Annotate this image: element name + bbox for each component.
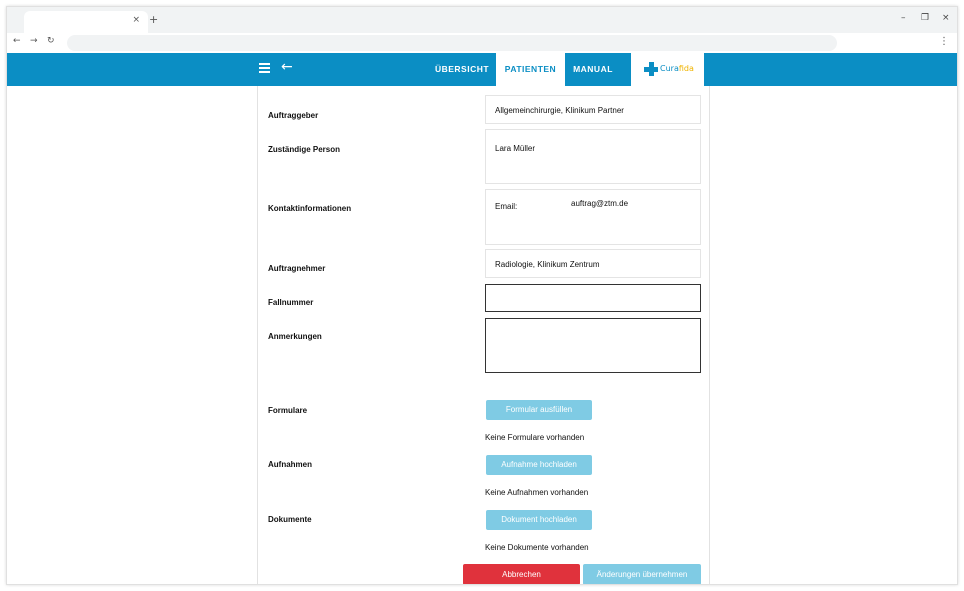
new-tab-icon[interactable]: +	[149, 13, 158, 26]
address-bar[interactable]	[67, 35, 837, 51]
browser-menu-icon[interactable]: ⋮	[939, 36, 949, 47]
zustaendige-person-value: Lara Müller	[495, 144, 536, 153]
dokument-hochladen-button[interactable]: Dokument hochladen	[486, 510, 592, 530]
email-label: Email:	[495, 202, 518, 211]
kontakt-field: Email: auftrag@ztm.de	[485, 189, 701, 245]
dokumente-empty-text: Keine Dokumente vorhanden	[485, 543, 589, 552]
auftraggeber-value: Allgemeinchirurgie, Klinikum Partner	[495, 106, 624, 115]
apply-changes-button[interactable]: Änderungen übernehmen	[583, 564, 701, 584]
browser-window: × + – ❐ × ← → ↻ ⋮ ← ÜBERSICHT PATIENTEN …	[6, 6, 958, 585]
kontakt-label: Kontaktinformationen	[268, 204, 352, 213]
tab-uebersicht[interactable]: ÜBERSICHT	[431, 53, 493, 86]
back-icon[interactable]: ←	[13, 36, 21, 46]
auftraggeber-field: Allgemeinchirurgie, Klinikum Partner	[485, 95, 701, 124]
formulare-empty-text: Keine Formulare vorhanden	[485, 433, 585, 442]
auftragnehmer-label: Auftragnehmer	[268, 264, 326, 273]
formulare-label: Formulare	[268, 406, 308, 415]
anmerkungen-label: Anmerkungen	[268, 332, 322, 341]
curafida-logo: Curafida	[631, 53, 704, 86]
fallnummer-label: Fallnummer	[268, 298, 314, 307]
minimize-icon[interactable]: –	[901, 13, 906, 23]
aufnahmen-label: Aufnahmen	[268, 460, 312, 469]
back-arrow-icon[interactable]: ←	[281, 59, 293, 75]
forward-icon[interactable]: →	[30, 36, 38, 46]
zustaendige-person-label: Zuständige Person	[268, 145, 341, 154]
auftragnehmer-value: Radiologie, Klinikum Zentrum	[495, 260, 600, 269]
logo-cross-icon	[644, 62, 658, 76]
zustaendige-person-field: Lara Müller	[485, 129, 701, 184]
aufnahme-hochladen-button[interactable]: Aufnahme hochladen	[486, 455, 592, 475]
formular-ausfuellen-button[interactable]: Formular ausfüllen	[486, 400, 592, 420]
order-form: Auftraggeber Allgemeinchirurgie, Kliniku…	[257, 86, 710, 584]
restore-icon[interactable]: ❐	[921, 13, 929, 23]
anmerkungen-textarea[interactable]	[485, 318, 701, 373]
dokumente-label: Dokumente	[268, 515, 312, 524]
logo-text: Curafida	[660, 64, 694, 73]
tab-strip: × + – ❐ ×	[7, 7, 957, 33]
app-header: ← ÜBERSICHT PATIENTEN MANUAL Curafida	[7, 53, 957, 86]
auftragnehmer-field: Radiologie, Klinikum Zentrum	[485, 249, 701, 278]
hamburger-menu-icon[interactable]	[259, 61, 271, 75]
reload-icon[interactable]: ↻	[47, 36, 55, 46]
aufnahmen-empty-text: Keine Aufnahmen vorhanden	[485, 488, 589, 497]
auftraggeber-label: Auftraggeber	[268, 111, 319, 120]
email-value: auftrag@ztm.de	[571, 199, 629, 208]
cancel-button[interactable]: Abbrechen	[463, 564, 580, 584]
fallnummer-input[interactable]	[485, 284, 701, 312]
window-close-icon[interactable]: ×	[942, 13, 950, 23]
tab-close-icon[interactable]: ×	[132, 15, 140, 25]
browser-tab[interactable]: ×	[24, 11, 148, 33]
browser-toolbar: ← → ↻ ⋮	[7, 33, 957, 53]
tab-patienten[interactable]: PATIENTEN	[496, 53, 565, 86]
tab-manual[interactable]: MANUAL	[565, 53, 621, 86]
